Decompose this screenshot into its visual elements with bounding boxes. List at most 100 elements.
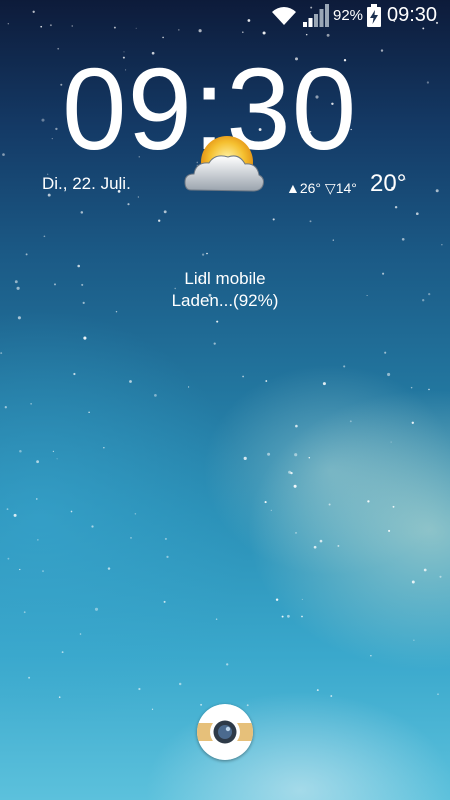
star	[206, 252, 208, 255]
star	[287, 614, 290, 618]
star	[394, 205, 398, 209]
star	[70, 510, 73, 513]
star	[19, 449, 22, 453]
star	[295, 532, 297, 534]
date-label: Di., 22. Juli.	[42, 174, 131, 193]
star	[25, 253, 28, 256]
star	[213, 342, 216, 345]
star	[19, 568, 21, 571]
star	[51, 137, 53, 140]
star	[6, 508, 9, 510]
star	[275, 598, 279, 601]
star	[305, 33, 308, 36]
star	[242, 375, 244, 378]
star	[164, 537, 167, 540]
charging-status: Laden...(92%)	[171, 291, 279, 310]
star	[322, 382, 326, 386]
star	[4, 406, 7, 409]
star	[138, 687, 141, 691]
star	[388, 529, 391, 532]
battery-charging-icon	[367, 4, 381, 27]
star	[91, 525, 94, 528]
status-bar: 92% 09:30	[0, 0, 450, 32]
star	[270, 509, 272, 511]
star	[56, 458, 58, 460]
star	[428, 388, 430, 391]
star	[200, 703, 203, 706]
star	[30, 403, 32, 405]
star	[215, 618, 218, 620]
star	[316, 689, 319, 692]
star	[313, 545, 317, 549]
star	[137, 196, 140, 198]
low-temp-arrow-icon: ▽	[324, 180, 336, 196]
star	[42, 570, 44, 573]
star	[158, 219, 161, 222]
carrier-info: Lidl mobile Laden...(92%)	[0, 268, 450, 312]
star	[294, 453, 298, 457]
star	[387, 372, 391, 377]
star	[127, 203, 130, 206]
camera-shortcut-button[interactable]	[197, 704, 253, 760]
star	[301, 598, 303, 600]
star	[37, 539, 39, 541]
carrier-name: Lidl mobile	[184, 269, 266, 288]
star	[73, 372, 76, 376]
star	[47, 193, 51, 197]
star	[58, 696, 61, 698]
star	[178, 682, 182, 686]
star	[295, 424, 298, 428]
partly-cloudy-icon[interactable]	[181, 132, 267, 202]
star	[301, 615, 303, 618]
star	[411, 421, 414, 424]
star	[265, 380, 268, 382]
star	[188, 386, 190, 388]
star	[426, 81, 430, 84]
star	[130, 537, 132, 539]
star	[129, 380, 132, 383]
star	[243, 456, 247, 460]
star	[411, 580, 415, 584]
star	[2, 153, 5, 156]
star	[423, 568, 427, 572]
star	[246, 704, 249, 707]
star	[134, 513, 137, 515]
star	[79, 633, 82, 635]
star	[330, 695, 333, 697]
star	[349, 420, 352, 423]
star	[392, 505, 395, 508]
star	[57, 47, 60, 50]
star	[94, 607, 99, 611]
high-temp-arrow-icon: ▲	[286, 180, 300, 196]
star	[103, 447, 105, 449]
star	[154, 394, 157, 397]
star	[332, 239, 334, 241]
star	[28, 676, 31, 679]
star	[107, 567, 111, 570]
star	[80, 211, 84, 214]
star	[216, 320, 219, 323]
star	[83, 336, 87, 340]
star	[370, 655, 372, 657]
star	[343, 365, 346, 368]
temperature-range: ▲26° ▽14°	[286, 180, 357, 197]
star	[437, 693, 439, 695]
star	[267, 452, 271, 456]
star	[41, 118, 45, 122]
star	[328, 503, 331, 506]
star	[384, 351, 387, 354]
lock-screen: 92% 09:30 09:30 Di., 22. Juli. ▲26° ▽14°	[0, 0, 450, 800]
star	[413, 639, 415, 641]
star	[55, 127, 58, 131]
star	[43, 235, 46, 238]
star	[52, 450, 55, 453]
star	[163, 210, 167, 214]
status-bar-time: 09:30	[387, 4, 438, 26]
battery-percentage: 92%	[333, 7, 364, 24]
star	[36, 460, 39, 464]
star	[13, 513, 17, 517]
star	[61, 651, 64, 654]
star	[0, 352, 3, 355]
star	[401, 237, 405, 241]
star	[410, 386, 413, 389]
